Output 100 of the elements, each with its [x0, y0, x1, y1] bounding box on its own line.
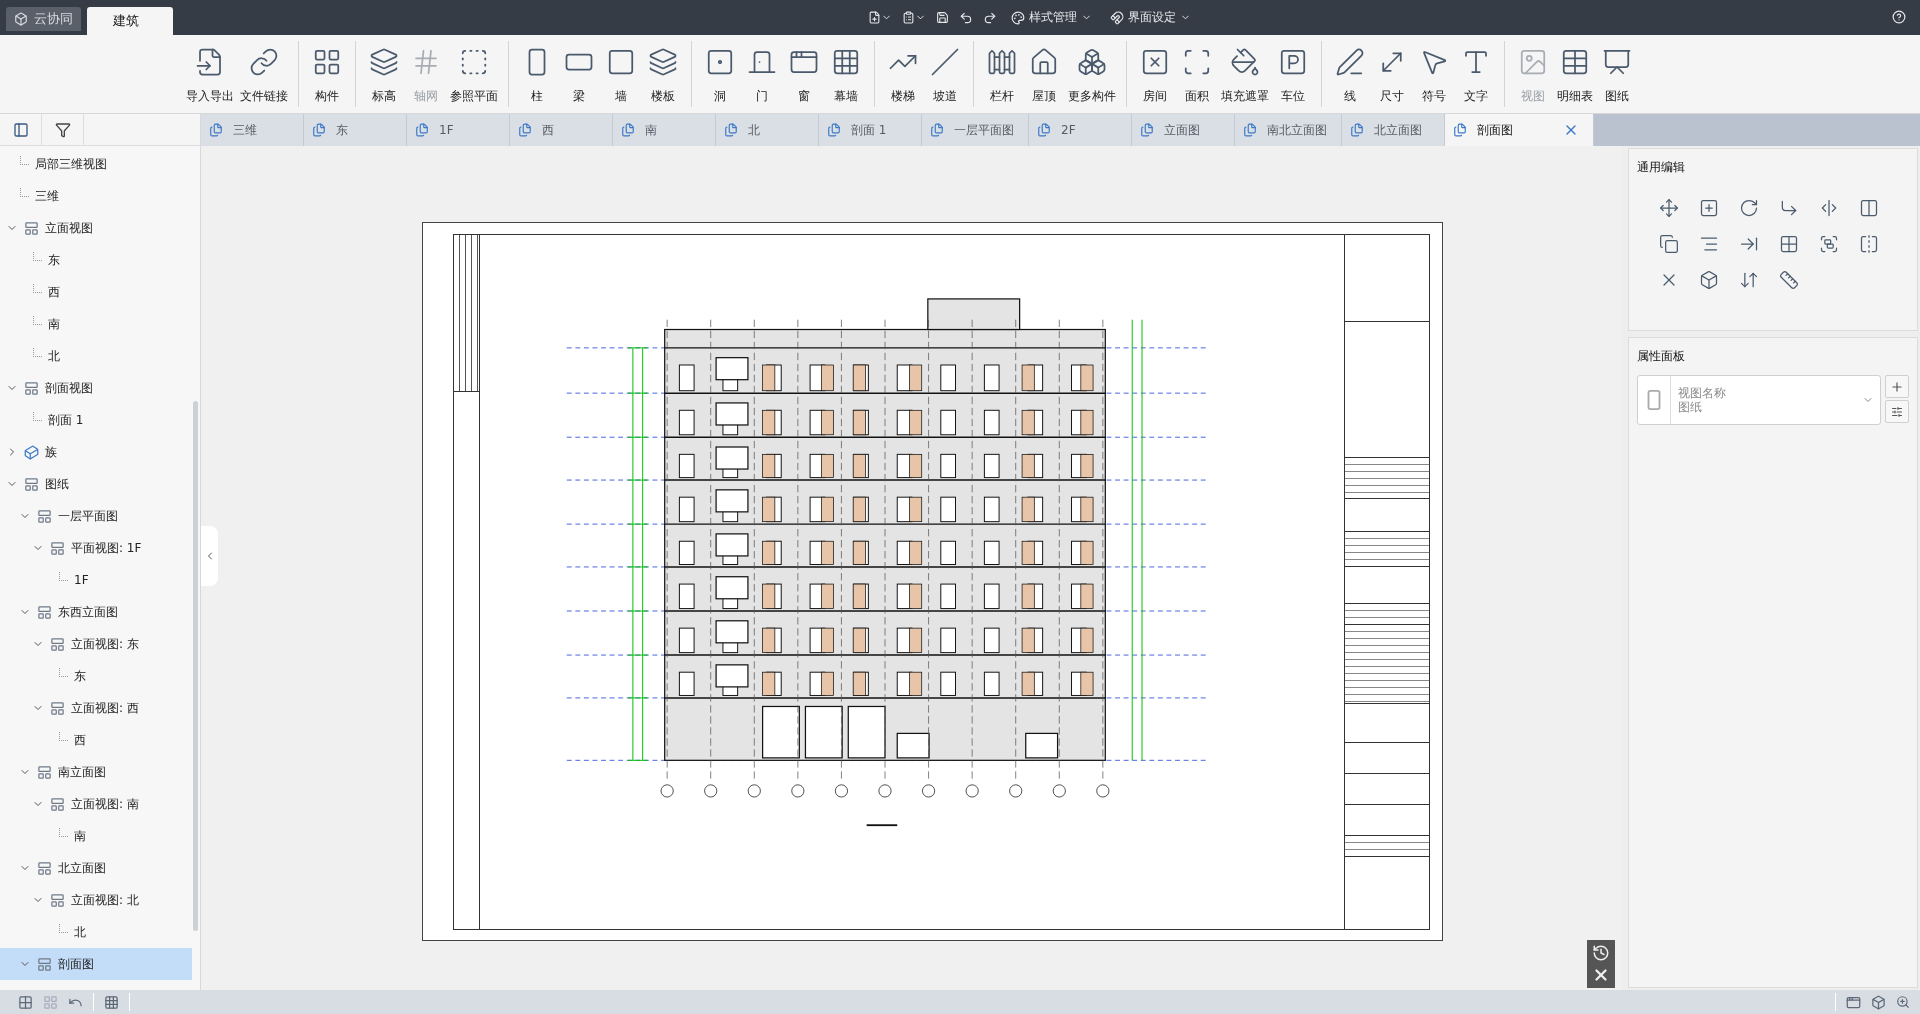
ribbon-button[interactable]: 幕墙	[825, 41, 867, 107]
ribbon-button[interactable]: 更多构件	[1065, 41, 1119, 107]
tree-item[interactable]: 剖面 1	[0, 404, 192, 436]
tree-item[interactable]: 立面视图: 南	[0, 788, 192, 820]
view-tab[interactable]: 一层平面图	[922, 114, 1029, 146]
magnet-icon	[1110, 10, 1124, 25]
tree-item[interactable]: 局部三维视图	[0, 148, 192, 180]
tree-item[interactable]: 平面视图: 1F	[0, 532, 192, 564]
ribbon-button[interactable]: 房间	[1134, 41, 1176, 107]
clipboard-icon[interactable]	[902, 11, 926, 24]
ribbon-button[interactable]: 尺寸	[1371, 41, 1413, 107]
tree-item[interactable]: 北	[0, 916, 192, 948]
ribbon-button[interactable]: 符号	[1413, 41, 1455, 107]
view-folder-icon	[50, 796, 65, 812]
interface-settings-menu[interactable]: 界面设定	[1106, 9, 1195, 26]
tree-item[interactable]: 西	[0, 276, 192, 308]
undo-icon[interactable]	[959, 10, 973, 25]
style-manager-menu[interactable]: 样式管理	[1007, 9, 1096, 26]
ribbon-button[interactable]: 门	[741, 41, 783, 107]
view-tab[interactable]: 剖面图	[1445, 114, 1594, 146]
tree-item[interactable]: 南	[0, 820, 192, 852]
ribbon-button[interactable]: 构件	[306, 41, 348, 107]
ribbon-button[interactable]: 窗	[783, 41, 825, 107]
view-folder-icon	[24, 220, 39, 236]
tree-item[interactable]: 三维	[0, 180, 192, 212]
view-tab[interactable]: 2F	[1029, 114, 1132, 146]
ribbon-button[interactable]: 墙	[600, 41, 642, 107]
ribbon-button[interactable]: 车位	[1272, 41, 1314, 107]
cube-icon[interactable]	[1871, 994, 1886, 1010]
tree-item[interactable]: 1F	[0, 564, 192, 596]
ribbon-button[interactable]: 楼板	[642, 41, 684, 107]
tree-item[interactable]: 立面视图: 西	[0, 692, 192, 724]
view-tab[interactable]: 北	[716, 114, 819, 146]
window-icon[interactable]	[1846, 994, 1861, 1010]
tree-item[interactable]: 剖面图	[0, 948, 192, 980]
tree-item[interactable]: 西	[0, 724, 192, 756]
app-tab[interactable]: 建筑	[87, 7, 173, 35]
view-tab[interactable]: 三维	[201, 114, 304, 146]
tree-item[interactable]: 北立面图	[0, 852, 192, 884]
zoom-in-icon[interactable]	[1896, 995, 1910, 1009]
ribbon-button[interactable]: 文件链接	[237, 41, 291, 107]
tree-item[interactable]: 南	[0, 308, 192, 340]
tree-item[interactable]: 南立面图	[0, 756, 192, 788]
tree-item[interactable]: 一层平面图	[0, 500, 192, 532]
redo-icon[interactable]	[983, 10, 997, 25]
ribbon-button[interactable]: 明细表	[1554, 41, 1596, 107]
ribbon-button[interactable]: 屋顶	[1023, 41, 1065, 107]
view-tab[interactable]: 南北立面图	[1235, 114, 1342, 146]
document-icon	[621, 123, 635, 137]
ribbon-button[interactable]: 洞	[699, 41, 741, 107]
table-icon[interactable]	[104, 994, 119, 1010]
view-tab[interactable]: 南	[613, 114, 716, 146]
ribbon-button[interactable]: 线	[1329, 41, 1371, 107]
new-file-icon[interactable]	[868, 11, 892, 24]
view-folder-icon	[24, 476, 39, 492]
collapse-handle[interactable]	[201, 526, 218, 586]
table-icon	[1560, 47, 1590, 77]
app-tab[interactable]: 云协同	[6, 7, 81, 31]
tree-item[interactable]: 族	[0, 436, 192, 468]
tree-item[interactable]: 东	[0, 660, 192, 692]
ribbon-button[interactable]: 楼梯	[882, 41, 924, 107]
grid-icon[interactable]	[18, 994, 33, 1010]
ribbon-button[interactable]: 导入导出	[183, 41, 237, 107]
settings-button[interactable]	[1885, 400, 1909, 423]
ribbon-button[interactable]: 栏杆	[981, 41, 1023, 107]
view-tab[interactable]: 东	[304, 114, 407, 146]
view-tab[interactable]: 剖面 1	[819, 114, 922, 146]
curtain-wall-icon	[831, 47, 861, 77]
view-folder-icon	[50, 700, 65, 716]
close-icon[interactable]	[1592, 966, 1610, 984]
view-tab[interactable]: 北立面图	[1342, 114, 1445, 146]
tree-item[interactable]: 立面视图: 北	[0, 884, 192, 916]
sheet-icon	[1602, 47, 1632, 77]
ribbon-button[interactable]: 标高	[363, 41, 405, 107]
history-icon[interactable]	[1592, 944, 1610, 962]
view-tab[interactable]: 西	[510, 114, 613, 146]
paint-bucket-icon	[1230, 47, 1260, 77]
save-icon[interactable]	[936, 11, 949, 24]
help-icon[interactable]	[1892, 10, 1906, 24]
boxes-icon	[1077, 47, 1107, 77]
view-tab[interactable]: 1F	[407, 114, 510, 146]
ribbon-button[interactable]: 文字	[1455, 41, 1497, 107]
ribbon-button[interactable]: 参照平面	[447, 41, 501, 107]
ribbon-button[interactable]: 填充遮罩	[1218, 41, 1272, 107]
ribbon-button[interactable]: 坡道	[924, 41, 966, 107]
ribbon-button[interactable]: 柱	[516, 41, 558, 107]
scrollbar[interactable]	[193, 401, 198, 931]
cube-icon	[14, 12, 28, 26]
tree-item[interactable]: 剖面视图	[0, 372, 192, 404]
type-selector[interactable]: 视图名称 图纸	[1637, 375, 1881, 425]
tree-item[interactable]: 立面视图	[0, 212, 192, 244]
ribbon-button[interactable]: 图纸	[1596, 41, 1638, 107]
tree-item[interactable]: 图纸	[0, 468, 192, 500]
ribbon-button[interactable]: 面积	[1176, 41, 1218, 107]
ribbon-button[interactable]: 梁	[558, 41, 600, 107]
tree-item[interactable]: 立面视图: 东	[0, 628, 192, 660]
view-tab[interactable]: 立面图	[1132, 114, 1235, 146]
tree-item[interactable]: 东	[0, 244, 192, 276]
tree-item[interactable]: 东西立面图	[0, 596, 192, 628]
tree-item[interactable]: 北	[0, 340, 192, 372]
